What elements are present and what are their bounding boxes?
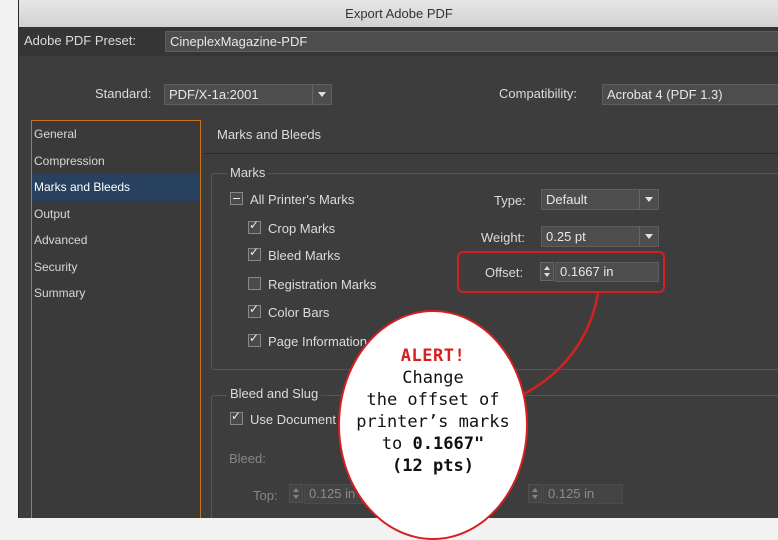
alert-line-4: to 0.1667": [340, 434, 526, 454]
alert-heading: ALERT!: [400, 346, 466, 366]
alert-line-4-prefix: to: [381, 434, 413, 454]
alert-callout: ALERT! Change the offset of printer’s ma…: [338, 310, 528, 540]
alert-line-5: (12 pts): [392, 456, 474, 476]
alert-line-3: printer’s marks: [356, 412, 510, 432]
alert-offset-value: 0.1667": [412, 434, 485, 454]
alert-line-1: Change: [402, 368, 464, 388]
alert-line-2: the offset of: [366, 390, 500, 410]
